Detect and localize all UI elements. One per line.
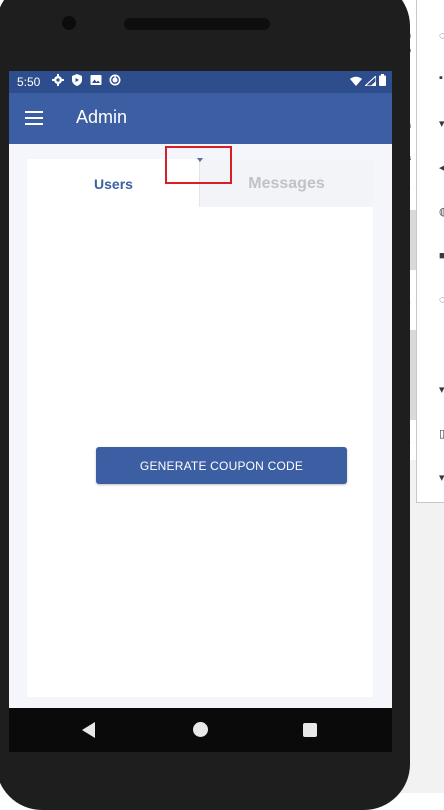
ide-tool-icon[interactable]: ■	[439, 251, 444, 262]
shield-icon	[71, 74, 83, 86]
status-notification-icons	[52, 74, 121, 86]
background-ide-toolbar: ◌ ▪ ▾ ◂ ◍ ■ ◌ ▾ ▯ ▾	[416, 0, 444, 503]
android-nav-bar	[9, 708, 392, 752]
tab-users-label: Users	[94, 176, 133, 192]
battery-icon	[379, 74, 386, 89]
hamburger-menu-icon[interactable]	[25, 111, 43, 125]
ide-tool-icon[interactable]: ▪	[439, 73, 444, 84]
tab-messages-label: Messages	[248, 175, 325, 192]
ide-tool-icon[interactable]: ▾	[439, 119, 444, 130]
ide-tool-icon[interactable]: ◌	[439, 31, 444, 42]
image-icon	[90, 74, 102, 86]
sync-icon	[109, 74, 121, 86]
tab-users[interactable]: Users	[27, 159, 200, 207]
gear-icon	[52, 74, 64, 86]
back-icon[interactable]	[82, 722, 95, 738]
generate-coupon-button[interactable]: GENERATE COUPON CODE	[96, 447, 347, 484]
status-time: 5:50	[17, 75, 41, 89]
ide-tool-icon[interactable]: ▾	[439, 473, 444, 484]
earpiece-speaker	[124, 18, 270, 30]
signal-icon	[363, 74, 377, 89]
front-camera	[62, 16, 76, 30]
status-system-icons	[350, 74, 386, 89]
content-card: Users Messages GENERATE COUPON CODE	[27, 158, 373, 697]
tab-divider	[199, 159, 200, 207]
ide-tool-icon[interactable]: ◂	[439, 163, 444, 174]
tab-drag-marker-icon	[197, 158, 203, 162]
ide-tool-icon[interactable]: ▯	[439, 429, 444, 440]
ide-tool-icon[interactable]: ◍	[439, 207, 444, 218]
tab-messages[interactable]: Messages	[200, 159, 373, 207]
phone-screen: 5:50 Admin Users Messages GENERATE COUPO…	[9, 71, 392, 752]
wifi-icon	[350, 75, 362, 89]
home-icon[interactable]	[193, 722, 208, 737]
recents-icon[interactable]	[303, 723, 317, 737]
ide-tool-icon[interactable]: ◌	[439, 295, 444, 306]
app-bar: Admin	[9, 93, 392, 144]
page-title: Admin	[76, 107, 128, 127]
status-bar: 5:50	[9, 71, 392, 93]
tab-bar: Users Messages	[27, 158, 373, 207]
ide-tool-icon[interactable]: ▾	[439, 385, 444, 396]
